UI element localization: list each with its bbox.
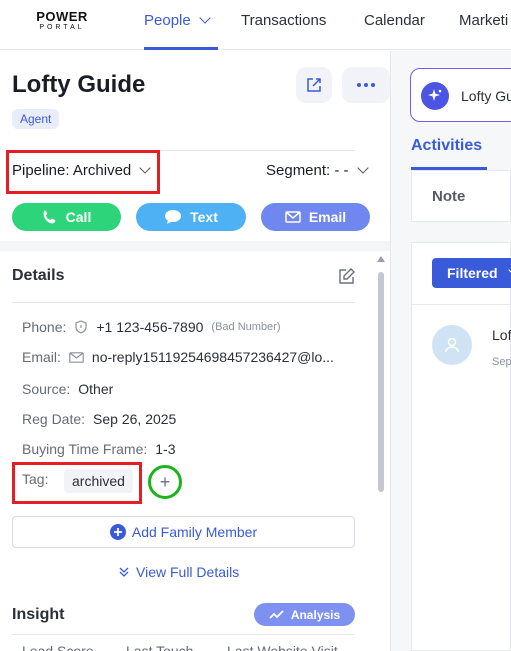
trend-icon <box>269 609 284 619</box>
last-website-visit-label: Last Website Visit <box>227 643 338 651</box>
sparkle-icon <box>421 82 449 110</box>
mail-icon <box>69 351 84 363</box>
note-card[interactable]: Note <box>411 170 511 222</box>
pipeline-value: Archived <box>72 162 132 179</box>
nav-active-indicator <box>144 47 218 50</box>
feed-item-date: Sep <box>492 356 511 368</box>
divider <box>12 302 355 303</box>
reg-date-row: Reg Date: Sep 26, 2025 <box>22 411 176 427</box>
add-family-member-button[interactable]: Add Family Member <box>12 516 355 548</box>
filter-label: Filtered <box>447 265 498 281</box>
source-value: Other <box>78 381 114 397</box>
add-family-member-label: Add Family Member <box>131 524 258 540</box>
email-field-label: Email: <box>22 349 61 365</box>
lofty-assistant-button[interactable]: Lofty Gu <box>410 68 511 122</box>
insight-title: Insight <box>12 606 65 623</box>
feed-item-title: Lof <box>492 327 511 343</box>
text-label: Text <box>190 209 218 225</box>
email-value[interactable]: no-reply15119254698457236427@lo... <box>92 349 334 365</box>
chevron-down-icon <box>139 162 152 174</box>
brand-line1: POWER <box>36 9 88 24</box>
role-badge: Agent <box>12 109 60 129</box>
phone-note: (Bad Number) <box>211 321 281 333</box>
share-button[interactable] <box>296 67 332 103</box>
tag-chip[interactable]: archived <box>64 469 133 493</box>
contact-name: Lofty Guide <box>12 71 146 98</box>
shield-icon <box>75 320 87 334</box>
section-separator <box>0 241 390 251</box>
pipeline-dropdown[interactable]: Pipeline: Archived <box>12 162 152 179</box>
scrollbar-thumb[interactable] <box>378 272 384 492</box>
brand-logo[interactable]: POWER PORTAL <box>34 10 90 31</box>
segment-label: Segment: <box>266 162 331 179</box>
assistant-label: Lofty Gu <box>461 88 511 104</box>
phone-row: Phone: +1 123-456-7890 (Bad Number) <box>22 319 281 335</box>
avatar <box>432 325 472 365</box>
contact-detail-panel: Lofty Guide Agent Pipeline: Archived Seg… <box>0 51 390 651</box>
phone-label: Phone: <box>22 319 67 335</box>
mail-icon <box>285 211 301 223</box>
nav-calendar[interactable]: Calendar <box>364 12 425 29</box>
more-options-button[interactable] <box>342 67 390 103</box>
reg-date-value: Sep 26, 2025 <box>93 411 177 427</box>
scrollbar[interactable] <box>377 256 385 651</box>
phone-icon <box>43 210 55 224</box>
pipeline-label: Pipeline: <box>12 162 70 179</box>
analysis-button[interactable]: Analysis <box>254 603 355 626</box>
details-title: Details <box>12 267 65 284</box>
view-full-details-label: View Full Details <box>136 564 240 580</box>
buying-time-frame-label: Buying Time Frame: <box>22 441 148 457</box>
brand-line2: PORTAL <box>39 24 85 31</box>
segment-dropdown[interactable]: Segment: - - <box>266 162 369 179</box>
buying-time-frame-row: Buying Time Frame: 1-3 <box>22 441 176 457</box>
nav-transactions[interactable]: Transactions <box>241 12 326 29</box>
reg-date-label: Reg Date: <box>22 411 86 427</box>
text-button[interactable]: Text <box>136 203 246 231</box>
chat-bubble-icon <box>165 210 182 224</box>
filter-dropdown[interactable]: Filtered <box>432 258 511 288</box>
plus-circle-icon <box>109 524 126 540</box>
call-button[interactable]: Call <box>12 203 121 231</box>
tag-row: Tag: <box>22 471 56 487</box>
source-label: Source: <box>22 381 71 397</box>
note-label: Note <box>432 188 466 205</box>
last-touch-label: Last Touch <box>126 643 194 651</box>
plus-icon: + <box>159 471 171 492</box>
email-button[interactable]: Email <box>261 203 370 231</box>
more-horizontal-icon <box>357 83 375 87</box>
double-chevron-down-icon <box>119 567 129 577</box>
lead-score-label: Lead Score <box>22 643 94 651</box>
scroll-up-arrow-icon[interactable] <box>377 256 385 262</box>
share-icon <box>307 78 321 92</box>
user-icon <box>444 337 460 353</box>
call-label: Call <box>65 209 92 225</box>
nav-marketing[interactable]: Marketi <box>459 12 508 29</box>
analysis-label: Analysis <box>290 607 341 622</box>
tab-activities[interactable]: Activities <box>411 137 482 155</box>
email-label: Email <box>308 209 347 225</box>
edit-details-button[interactable] <box>338 267 356 290</box>
top-navigation: POWER PORTAL People Transactions Calenda… <box>0 0 511 50</box>
chevron-down-icon <box>199 12 211 24</box>
phone-value[interactable]: +1 123-456-7890 <box>96 319 203 335</box>
tag-label: Tag: <box>22 471 49 487</box>
source-row: Source: Other <box>22 381 113 397</box>
nav-people-label: People <box>144 12 191 29</box>
nav-people[interactable]: People <box>144 12 211 29</box>
edit-icon <box>339 268 355 284</box>
segment-value: - - <box>334 162 349 179</box>
add-tag-button[interactable]: + <box>148 465 182 499</box>
buying-time-frame-value: 1-3 <box>155 441 176 457</box>
chevron-down-icon <box>357 162 369 174</box>
view-full-details-link[interactable]: View Full Details <box>118 564 239 580</box>
divider <box>12 634 355 635</box>
divider <box>411 304 511 305</box>
email-row: Email: no-reply15119254698457236427@lo..… <box>22 349 334 365</box>
